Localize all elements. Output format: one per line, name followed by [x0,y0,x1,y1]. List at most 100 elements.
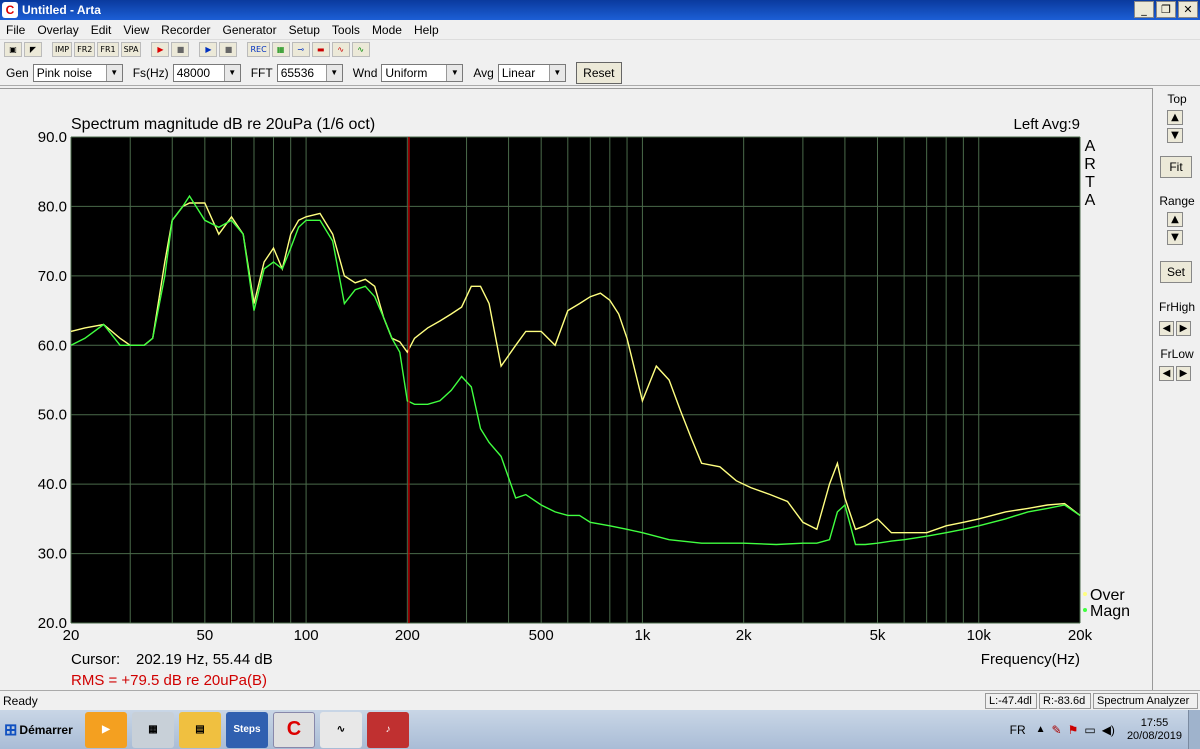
fs-label: Fs(Hz) [132,65,169,80]
generator-toolbar: Gen Pink noise ▼ Fs(Hz) 48000 ▼ FFT 6553… [0,60,1200,86]
menu-tools[interactable]: Tools [326,23,366,37]
range-down-button[interactable]: ▼ [1167,230,1183,245]
grid-icon[interactable]: ▦ [271,41,290,57]
probe-icon[interactable]: ⊸ [291,41,310,57]
menu-bar: File Overlay Edit View Recorder Generato… [0,20,1200,40]
menu-file[interactable]: File [0,23,31,37]
imp-button[interactable]: IMP [52,41,73,57]
explorer-icon[interactable]: ▤ [179,711,221,748]
gen-select[interactable]: Pink noise ▼ [32,63,123,82]
x-tick-label: 20 [63,627,80,644]
play-icon[interactable]: ▶ [199,41,218,57]
fft-value: 65536 [280,65,315,80]
clock-time: 17:55 [1140,716,1169,729]
frlow-label: FrLow [1160,347,1194,361]
menu-view[interactable]: View [117,23,155,37]
show-desktop-button[interactable] [1188,710,1200,749]
stop-icon[interactable]: ■ [171,41,190,57]
menu-help[interactable]: Help [408,23,445,37]
colors-icon[interactable]: ▬ [311,41,330,57]
tray-tool-icon[interactable]: ✎ [1052,723,1062,737]
arta-logo-a1: A [1085,138,1096,155]
menu-setup[interactable]: Setup [283,23,326,37]
scope-task-icon[interactable]: ∿ [320,711,362,748]
fr2-button[interactable]: FR2 [74,41,96,57]
wnd-select[interactable]: Uniform ▼ [381,63,464,82]
chevron-down-icon: ▼ [446,64,463,81]
frlow-right-button[interactable]: ▶ [1176,366,1191,381]
frhigh-label: FrHigh [1158,300,1195,314]
avg-label: Avg [473,65,494,80]
legend-over: Over [1090,587,1125,604]
y-tick-label: 90.0 [38,129,67,146]
avg-select[interactable]: Linear ▼ [497,63,566,82]
calculator-icon[interactable]: ▦ [132,711,174,748]
rec-icon[interactable]: REC [247,41,270,57]
window-controls: _ ❐ ✕ [1134,1,1198,18]
dj-icon[interactable]: ♪ [367,711,409,748]
gen-value: Pink noise [36,65,93,80]
rms-readout: RMS = +79.5 dB re 20uPa(B) [71,672,267,689]
fr1-button[interactable]: FR1 [97,41,119,57]
x-tick-label: 20k [1068,627,1093,644]
clock-date: 20/08/2019 [1126,729,1182,742]
x-axis-label: Frequency(Hz) [981,651,1080,668]
frhigh-right-button[interactable]: ▶ [1176,321,1191,336]
x-tick-label: 10k [967,627,992,644]
arta-task-icon[interactable]: C [273,711,315,748]
top-up-button[interactable]: ▲ [1167,110,1183,125]
tray-expand-icon[interactable]: ▲ [1036,724,1046,735]
plot-area: 20.0 30.0 40.0 50.0 60.0 70.0 80.0 90.0 20 50 100 2… [0,88,1152,690]
minimize-button[interactable]: _ [1134,1,1154,18]
steps-icon[interactable]: Steps [226,711,268,748]
system-tray: FR ▲ ✎ ⚑ ▭ ◀) 17:55 20/08/2019 [1010,710,1200,749]
top-label: Top [1167,92,1187,106]
open-icon[interactable]: ▣ [4,41,22,57]
main-toolbar: ▣ ◤ IMP FR2 FR1 SPA ▶ ■ ▶ ■ REC ▦ ⊸ ▬ ∿ … [0,40,1200,58]
frhigh-left-button[interactable]: ◀ [1159,321,1174,336]
record-icon[interactable]: ▶ [151,41,170,57]
arrow-icon[interactable]: ◤ [24,41,42,57]
wave-icon[interactable]: ∿ [331,41,350,57]
start-button[interactable]: ⊞ Démarrer [0,713,80,747]
wnd-value: Uniform [385,65,428,80]
menu-generator[interactable]: Generator [217,23,283,37]
x-tick-label: 200 [395,627,420,644]
range-up-button[interactable]: ▲ [1167,212,1183,227]
chevron-down-icon: ▼ [325,64,342,81]
mode-indicator: Spectrum Analyzer [1093,693,1198,709]
window-title: Untitled - Arta [22,3,101,17]
restore-button[interactable]: ❐ [1156,1,1176,18]
right-control-panel: Top ▲ ▼ Fit Range ▲ ▼ Set FrHigh ◀ ▶ FrL… [1152,88,1200,690]
menu-mode[interactable]: Mode [366,23,408,37]
action-center-icon[interactable]: ⚑ [1068,723,1079,737]
avg-value: Linear [501,65,536,80]
network-icon[interactable]: ▭ [1084,723,1095,737]
close-button[interactable]: ✕ [1178,1,1198,18]
media-player-icon[interactable]: ▶ [85,711,127,748]
fft-select[interactable]: 65536 ▼ [276,63,343,82]
spa-button[interactable]: SPA [120,41,142,57]
fs-select[interactable]: 48000 ▼ [172,63,241,82]
y-tick-label: 40.0 [38,476,67,493]
fit-button[interactable]: Fit [1160,156,1192,178]
menu-overlay[interactable]: Overlay [31,23,84,37]
arta-icon: C [2,2,18,18]
spectrum-chart[interactable]: 20.030.040.050.060.070.080.090.020 50 100 2… [0,89,1152,691]
frlow-left-button[interactable]: ◀ [1159,366,1174,381]
language-indicator[interactable]: FR [1010,723,1026,737]
menu-edit[interactable]: Edit [85,23,118,37]
clock[interactable]: 17:55 20/08/2019 [1127,717,1182,743]
windows-logo-icon: ⊞ [4,721,18,739]
x-tick-label: 50 [196,627,213,644]
volume-icon[interactable]: ◀) [1102,723,1115,737]
arta-logo-t: T [1085,174,1095,191]
top-down-button[interactable]: ▼ [1167,128,1183,143]
y-tick-label: 80.0 [38,198,67,215]
scope-icon[interactable]: ∿ [351,41,370,57]
stop2-icon[interactable]: ■ [219,41,238,57]
status-bar: Ready L:-47.4dl R:-83.6d Spectrum Analyz… [0,690,1200,710]
set-button[interactable]: Set [1160,261,1192,283]
menu-recorder[interactable]: Recorder [155,23,216,37]
reset-button[interactable]: Reset [575,61,622,84]
